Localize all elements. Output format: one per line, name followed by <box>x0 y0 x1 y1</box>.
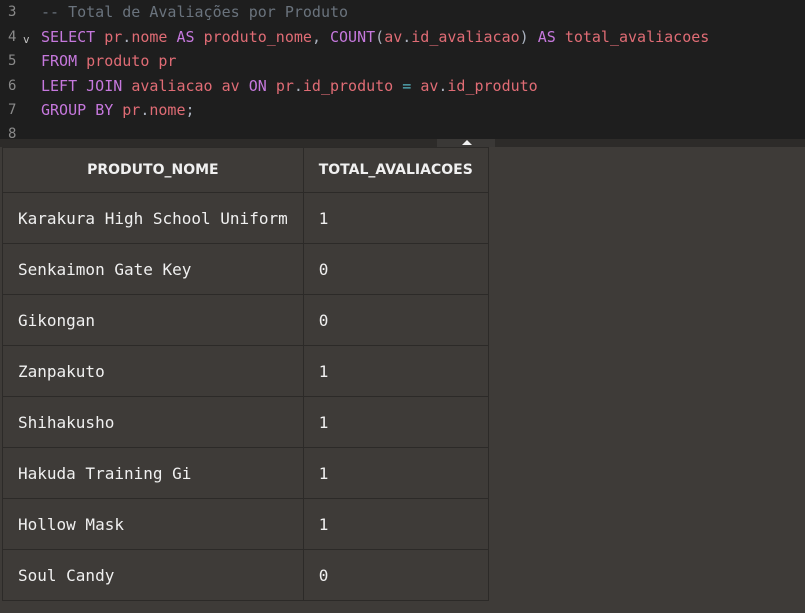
code-token: pr <box>275 77 294 95</box>
collapse-arrow-icon[interactable] <box>462 140 472 145</box>
code-token: , <box>311 28 330 46</box>
cell-total-avaliacoes[interactable]: 0 <box>302 243 489 295</box>
code-token: AS <box>176 28 195 46</box>
column-header-produto-nome[interactable]: PRODUTO_NOME <box>2 147 304 193</box>
code-token: BY <box>95 101 114 119</box>
cell-produto-nome[interactable]: Hollow Mask <box>2 498 304 550</box>
code-token: pr <box>104 28 123 46</box>
code-token: produto_nome <box>203 28 312 46</box>
code-token: avaliacao <box>131 77 213 95</box>
cell-total-avaliacoes[interactable]: 1 <box>302 447 489 499</box>
table-row[interactable]: Karakura High School Uniform 1 <box>2 192 489 244</box>
line-number: 3 <box>8 4 17 20</box>
cell-produto-nome[interactable]: Soul Candy <box>2 549 304 601</box>
line-number: 8 <box>8 126 17 139</box>
cell-total-avaliacoes[interactable]: 1 <box>302 192 489 244</box>
cell-produto-nome[interactable]: Karakura High School Uniform <box>2 192 304 244</box>
code-token: GROUP <box>41 101 87 119</box>
code-token: produto <box>86 52 150 70</box>
code-token: id_produto <box>302 77 394 95</box>
code-line[interactable]: 8 <box>0 122 805 139</box>
code-token: ; <box>185 101 195 119</box>
code-line[interactable]: 4 v SELECT pr.nome AS produto_nome, COUNT(… <box>0 25 805 49</box>
code-text: LEFT JOIN avaliacao av ON pr.id_produto … <box>41 74 538 98</box>
code-token: pr <box>158 52 177 70</box>
cell-total-avaliacoes[interactable]: 1 <box>302 498 489 550</box>
code-text: FROM produto pr <box>41 49 176 73</box>
table-row[interactable]: Senkaimon Gate Key 0 <box>2 243 489 295</box>
cell-total-avaliacoes[interactable]: 1 <box>302 396 489 448</box>
code-token: ( <box>375 28 385 46</box>
column-header-total-avaliacoes[interactable]: TOTAL_AVALIACOES <box>302 147 489 193</box>
code-token: AS <box>537 28 556 46</box>
code-token: nome <box>149 101 186 119</box>
code-token: . <box>122 28 132 46</box>
code-token: av <box>384 28 403 46</box>
code-token: COUNT <box>330 28 376 46</box>
cell-total-avaliacoes[interactable]: 0 <box>302 549 489 601</box>
table-row[interactable]: Soul Candy 0 <box>2 549 489 601</box>
code-line[interactable]: 7 GROUP BY pr.nome; <box>0 98 805 122</box>
line-number: 4 <box>8 29 17 45</box>
table-row[interactable]: Hollow Mask 1 <box>2 498 489 550</box>
line-number: 6 <box>8 78 17 94</box>
cell-produto-nome[interactable]: Zanpakuto <box>2 345 304 397</box>
line-number: 7 <box>8 102 17 118</box>
cell-produto-nome[interactable]: Senkaimon Gate Key <box>2 243 304 295</box>
code-token: pr <box>122 101 141 119</box>
code-token: total_avaliacoes <box>564 28 710 46</box>
cell-produto-nome[interactable]: Shihakusho <box>2 396 304 448</box>
results-table: PRODUTO_NOME TOTAL_AVALIACOES Karakura H… <box>2 147 489 601</box>
code-token: av <box>221 77 240 95</box>
table-row[interactable]: Hakuda Training Gi 1 <box>2 447 489 499</box>
results-header-row: PRODUTO_NOME TOTAL_AVALIACOES <box>2 147 489 193</box>
code-token: . <box>293 77 303 95</box>
code-token: id_produto <box>447 77 538 95</box>
code-token: FROM <box>41 52 78 70</box>
code-token: -- Total de Avaliações por Produto <box>41 3 349 21</box>
table-row[interactable]: Zanpakuto 1 <box>2 345 489 397</box>
code-token: JOIN <box>86 77 123 95</box>
panel-splitter[interactable] <box>0 139 805 147</box>
code-token: ) <box>519 28 529 46</box>
table-row[interactable]: Gikongan 0 <box>2 294 489 346</box>
table-row[interactable]: Shihakusho 1 <box>2 396 489 448</box>
code-line[interactable]: 6 LEFT JOIN avaliacao av ON pr.id_produto… <box>0 74 805 98</box>
code-token: LEFT <box>41 77 78 95</box>
line-number: 5 <box>8 53 17 69</box>
cell-produto-nome[interactable]: Gikongan <box>2 294 304 346</box>
cell-produto-nome[interactable]: Hakuda Training Gi <box>2 447 304 499</box>
code-token: . <box>402 28 412 46</box>
code-token: = <box>402 77 412 95</box>
code-token: SELECT <box>41 28 96 46</box>
cell-total-avaliacoes[interactable]: 1 <box>302 345 489 397</box>
code-token: id_avaliacao <box>411 28 520 46</box>
code-line[interactable]: 3 -- Total de Avaliações por Produto <box>0 0 805 24</box>
code-text: SELECT pr.nome AS produto_nome, COUNT(av… <box>41 25 709 49</box>
code-text: GROUP BY pr.nome; <box>41 98 195 122</box>
code-token: av <box>420 77 439 95</box>
sql-editor[interactable]: 3 -- Total de Avaliações por Produto 4 v SEL… <box>0 0 805 139</box>
code-text: -- Total de Avaliações por Produto <box>41 0 348 24</box>
code-token: nome <box>131 28 168 46</box>
code-line[interactable]: 5 FROM produto pr <box>0 49 805 73</box>
cell-total-avaliacoes[interactable]: 0 <box>302 294 489 346</box>
code-token: ON <box>248 77 267 95</box>
